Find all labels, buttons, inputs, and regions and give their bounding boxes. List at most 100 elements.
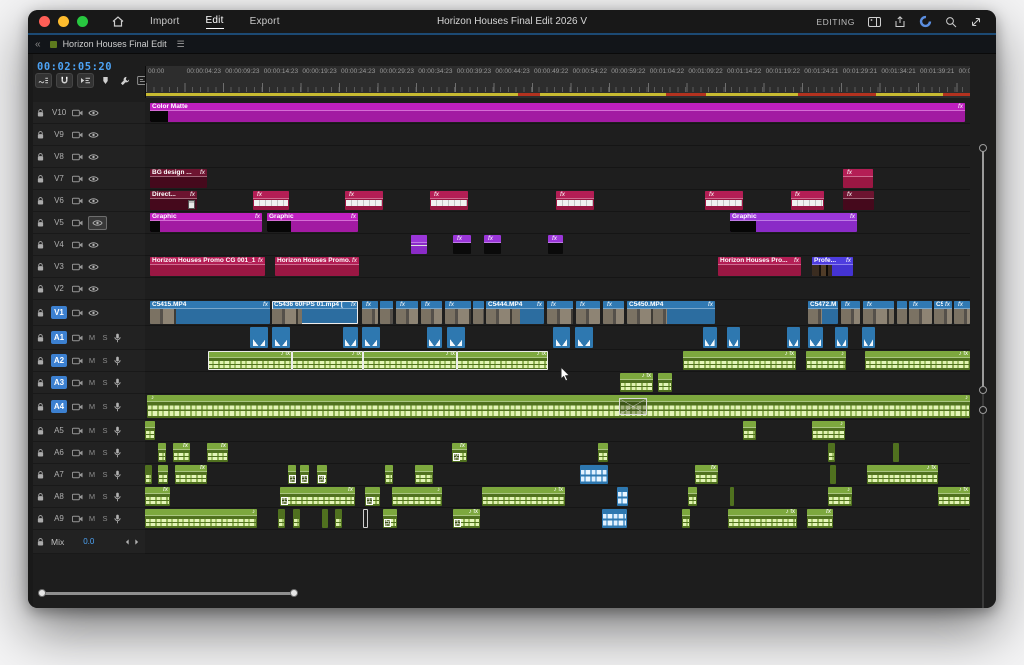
workspaces-icon[interactable] bbox=[868, 17, 881, 27]
home-icon[interactable] bbox=[112, 16, 124, 27]
source-patch-icon[interactable] bbox=[72, 153, 83, 161]
panel-collapse-icon[interactable]: « bbox=[35, 39, 41, 50]
workspace-label[interactable]: EDITING bbox=[816, 17, 855, 27]
track-lane-a9[interactable]: ♪5♪ fx1♪ fxfx bbox=[145, 508, 970, 530]
track-target-v8[interactable]: V8 bbox=[51, 150, 67, 163]
track-target-a5[interactable]: A5 bbox=[51, 424, 67, 437]
timeline-clip[interactable]: fx bbox=[548, 235, 563, 254]
timeline-clip[interactable]: fx bbox=[362, 301, 378, 324]
track-lock-icon[interactable] bbox=[37, 152, 44, 161]
timeline-clip[interactable]: ♪ fx bbox=[482, 487, 565, 506]
toggle-track-output-icon[interactable] bbox=[88, 109, 99, 117]
timeline-clip[interactable]: fx bbox=[909, 301, 932, 324]
track-target-v10[interactable]: V10 bbox=[51, 106, 67, 119]
timeline-clip[interactable]: ♪ fx bbox=[292, 351, 363, 370]
timeline-clip[interactable]: fx bbox=[843, 169, 873, 188]
solo-button[interactable]: S bbox=[101, 492, 109, 501]
timeline-clip[interactable]: fx bbox=[207, 443, 228, 462]
track-target-v5[interactable]: V5 bbox=[51, 216, 67, 229]
track-lock-icon[interactable] bbox=[37, 378, 44, 387]
timeline-clip[interactable] bbox=[602, 509, 627, 528]
toggle-track-output-icon[interactable] bbox=[88, 309, 99, 317]
sync-icon[interactable] bbox=[919, 15, 932, 28]
timeline-clip[interactable]: ♪ fx bbox=[867, 465, 938, 484]
track-lock-icon[interactable] bbox=[37, 108, 44, 117]
timeline-clip-c5415-mp4[interactable]: C5415.MP4fx bbox=[150, 301, 270, 324]
timeline-clip[interactable] bbox=[828, 443, 835, 462]
source-patch-icon[interactable] bbox=[72, 471, 83, 479]
toggle-track-output-icon[interactable] bbox=[88, 131, 99, 139]
timeline-clip[interactable] bbox=[272, 327, 290, 348]
timeline-clip[interactable] bbox=[473, 301, 484, 324]
nav-import[interactable]: Import bbox=[150, 16, 180, 27]
track-lock-icon[interactable] bbox=[37, 333, 44, 342]
track-lane-a6[interactable]: fxfxfx2 bbox=[145, 442, 970, 464]
timeline-clip[interactable] bbox=[862, 327, 875, 348]
timeline-clip[interactable] bbox=[743, 421, 756, 440]
timeline-clip[interactable] bbox=[835, 327, 848, 348]
timeline-clip[interactable]: fx bbox=[695, 465, 718, 484]
timeline-clip-c5472-mp4[interactable]: C5472.MP4 bbox=[808, 301, 838, 324]
solo-button[interactable]: S bbox=[101, 426, 109, 435]
track-target-a6[interactable]: A6 bbox=[51, 446, 67, 459]
track-lock-icon[interactable] bbox=[37, 308, 44, 317]
timeline-clip[interactable] bbox=[278, 509, 285, 528]
marker-icon[interactable] bbox=[98, 73, 113, 88]
track-target-a1[interactable]: A1 bbox=[51, 331, 67, 344]
track-lock-icon[interactable] bbox=[37, 196, 44, 205]
track-lock-icon[interactable] bbox=[37, 218, 44, 227]
track-lock-icon[interactable] bbox=[37, 356, 44, 365]
timeline-clip[interactable]: 3 bbox=[317, 465, 327, 484]
track-lock-icon[interactable] bbox=[37, 240, 44, 249]
timeline-clip-graphic[interactable]: Graphicfx bbox=[730, 213, 857, 232]
timeline-clip-bg-design[interactable]: BG design ...fx bbox=[150, 169, 207, 188]
source-patch-icon[interactable] bbox=[72, 309, 83, 317]
track-lock-icon[interactable] bbox=[37, 426, 44, 435]
source-patch-icon[interactable] bbox=[72, 109, 83, 117]
timeline-clip[interactable]: fx bbox=[445, 301, 471, 324]
toggle-track-output-icon[interactable] bbox=[88, 241, 99, 249]
timeline-clip[interactable]: fx bbox=[173, 443, 190, 462]
timeline-clip[interactable]: fx bbox=[841, 301, 860, 324]
share-icon[interactable] bbox=[894, 16, 906, 28]
timeline-clip-c5444-mp4[interactable]: C5444.MP4fx bbox=[486, 301, 544, 324]
mute-button[interactable]: M bbox=[88, 514, 96, 523]
timeline-clip[interactable]: fx bbox=[253, 191, 289, 210]
voiceover-record-icon[interactable] bbox=[114, 514, 121, 524]
timeline-clip[interactable]: ♪ fx bbox=[208, 351, 292, 370]
timeline-clip[interactable]: fx1 bbox=[280, 487, 355, 506]
timeline-clip[interactable]: fx bbox=[954, 301, 970, 324]
track-lock-icon[interactable] bbox=[37, 130, 44, 139]
timeline-clip[interactable] bbox=[250, 327, 268, 348]
source-patch-icon[interactable] bbox=[72, 515, 83, 523]
toggle-track-output-icon[interactable] bbox=[88, 263, 99, 271]
timeline-clip[interactable] bbox=[617, 487, 628, 506]
mute-button[interactable]: M bbox=[88, 378, 96, 387]
wrench-icon[interactable] bbox=[117, 73, 132, 88]
source-patch-icon[interactable] bbox=[72, 263, 83, 271]
track-target-v7[interactable]: V7 bbox=[51, 172, 67, 185]
timeline-clip[interactable] bbox=[808, 327, 823, 348]
nested-sequence-icon[interactable] bbox=[35, 73, 52, 88]
track-lock-icon[interactable] bbox=[37, 262, 44, 271]
timeline-clip[interactable] bbox=[658, 373, 672, 392]
track-target-a7[interactable]: A7 bbox=[51, 468, 67, 481]
timeline-clip[interactable] bbox=[411, 235, 427, 254]
timeline-clip[interactable] bbox=[158, 465, 168, 484]
toggle-track-output-icon[interactable] bbox=[88, 153, 99, 161]
mute-button[interactable]: M bbox=[88, 333, 96, 342]
track-lane-v9[interactable] bbox=[145, 124, 970, 146]
timeline-clip[interactable]: ♪ fx bbox=[683, 351, 796, 370]
toggle-track-output-icon[interactable] bbox=[88, 285, 99, 293]
timeline-clip[interactable] bbox=[703, 327, 717, 348]
timeline-clip[interactable]: fx bbox=[863, 301, 894, 324]
voiceover-record-icon[interactable] bbox=[114, 333, 121, 343]
audio-crossfade-transition[interactable] bbox=[619, 398, 647, 414]
toggle-track-output-icon[interactable] bbox=[88, 197, 99, 205]
timeline-clip[interactable] bbox=[145, 421, 155, 440]
source-patch-icon[interactable] bbox=[72, 493, 83, 501]
time-ruler[interactable]: 00:0000:00:04:2300:00:09:2300:00:14:2300… bbox=[145, 66, 970, 98]
timeline-clip[interactable]: fx bbox=[705, 191, 743, 210]
solo-button[interactable]: S bbox=[101, 356, 109, 365]
timeline-clip[interactable]: fx bbox=[576, 301, 600, 324]
